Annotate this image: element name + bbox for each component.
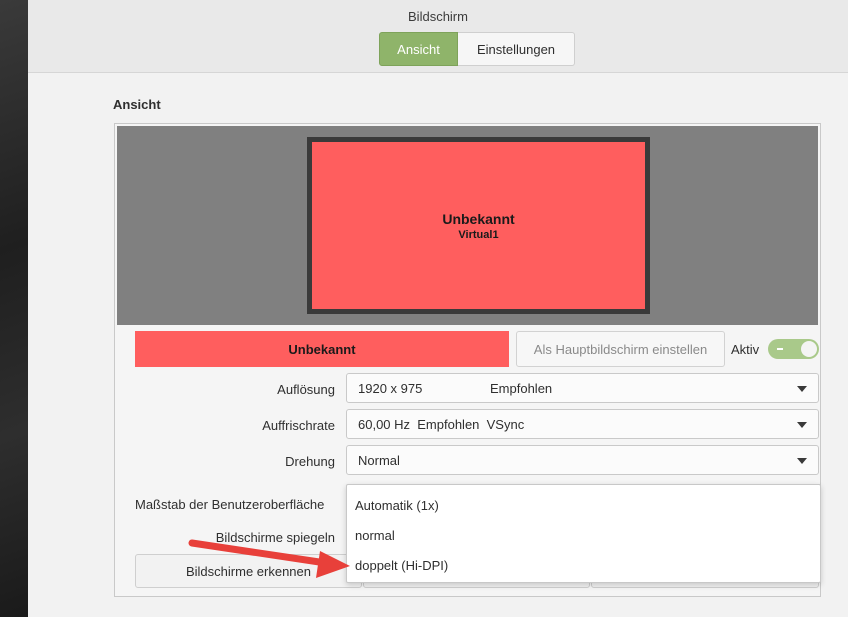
scale-option-auto[interactable]: Automatik (1x) <box>355 498 439 513</box>
monitor-preview[interactable]: Unbekannt Virtual1 <box>307 137 650 314</box>
scale-label: Maßstab der Benutzeroberfläche <box>135 497 325 512</box>
toggle-knob <box>801 341 817 357</box>
refresh-label: Auffrischrate <box>262 418 335 433</box>
tab-einstellungen[interactable]: Einstellungen <box>458 32 575 66</box>
rotation-combo[interactable]: Normal <box>346 445 819 475</box>
scale-dropdown-menu: Automatik (1x) normal doppelt (Hi-DPI) <box>346 484 821 583</box>
section-title: Ansicht <box>113 97 161 112</box>
mirror-label: Bildschirme spiegeln <box>215 530 335 545</box>
rotation-label: Drehung <box>285 454 335 469</box>
resolution-value: 1920 x 975 <box>358 380 423 396</box>
refresh-combo[interactable]: 60,00 Hz Empfohlen VSync <box>346 409 819 439</box>
active-toggle[interactable] <box>768 339 819 359</box>
monitor-arrangement-area: Unbekannt Virtual1 <box>117 126 818 325</box>
view-switcher: Ansicht Einstellungen <box>379 32 575 66</box>
refresh-value: 60,00 Hz Empfohlen VSync <box>358 416 525 432</box>
set-primary-button[interactable]: Als Hauptbildschirm einstellen <box>516 331 725 367</box>
selected-monitor-label: Unbekannt <box>135 331 509 367</box>
dropdown-arrow-icon <box>797 386 807 392</box>
active-label: Aktiv <box>731 342 760 357</box>
rotation-value: Normal <box>358 452 400 468</box>
monitor-screen: Unbekannt Virtual1 <box>312 142 645 309</box>
display-settings-window: Bildschirm Ansicht Einstellungen Ansicht… <box>28 0 848 617</box>
header-bar: Bildschirm Ansicht Einstellungen <box>28 0 848 73</box>
scale-option-hidpi[interactable]: doppelt (Hi-DPI) <box>355 558 448 573</box>
resolution-note: Empfohlen <box>490 380 553 396</box>
monitor-name: Unbekannt <box>442 210 515 227</box>
scale-option-normal[interactable]: normal <box>355 528 395 543</box>
resolution-label: Auflösung <box>277 382 335 397</box>
monitor-output: Virtual1 <box>458 228 499 241</box>
resolution-combo[interactable]: 1920 x 975 Empfohlen <box>346 373 819 403</box>
dropdown-arrow-icon <box>797 458 807 464</box>
desktop-background <box>0 0 28 617</box>
detect-displays-button[interactable]: Bildschirme erkennen <box>135 554 362 588</box>
tab-ansicht[interactable]: Ansicht <box>379 32 458 66</box>
dropdown-arrow-icon <box>797 422 807 428</box>
window-title: Bildschirm <box>408 9 468 24</box>
toggle-on-mark <box>777 348 783 350</box>
